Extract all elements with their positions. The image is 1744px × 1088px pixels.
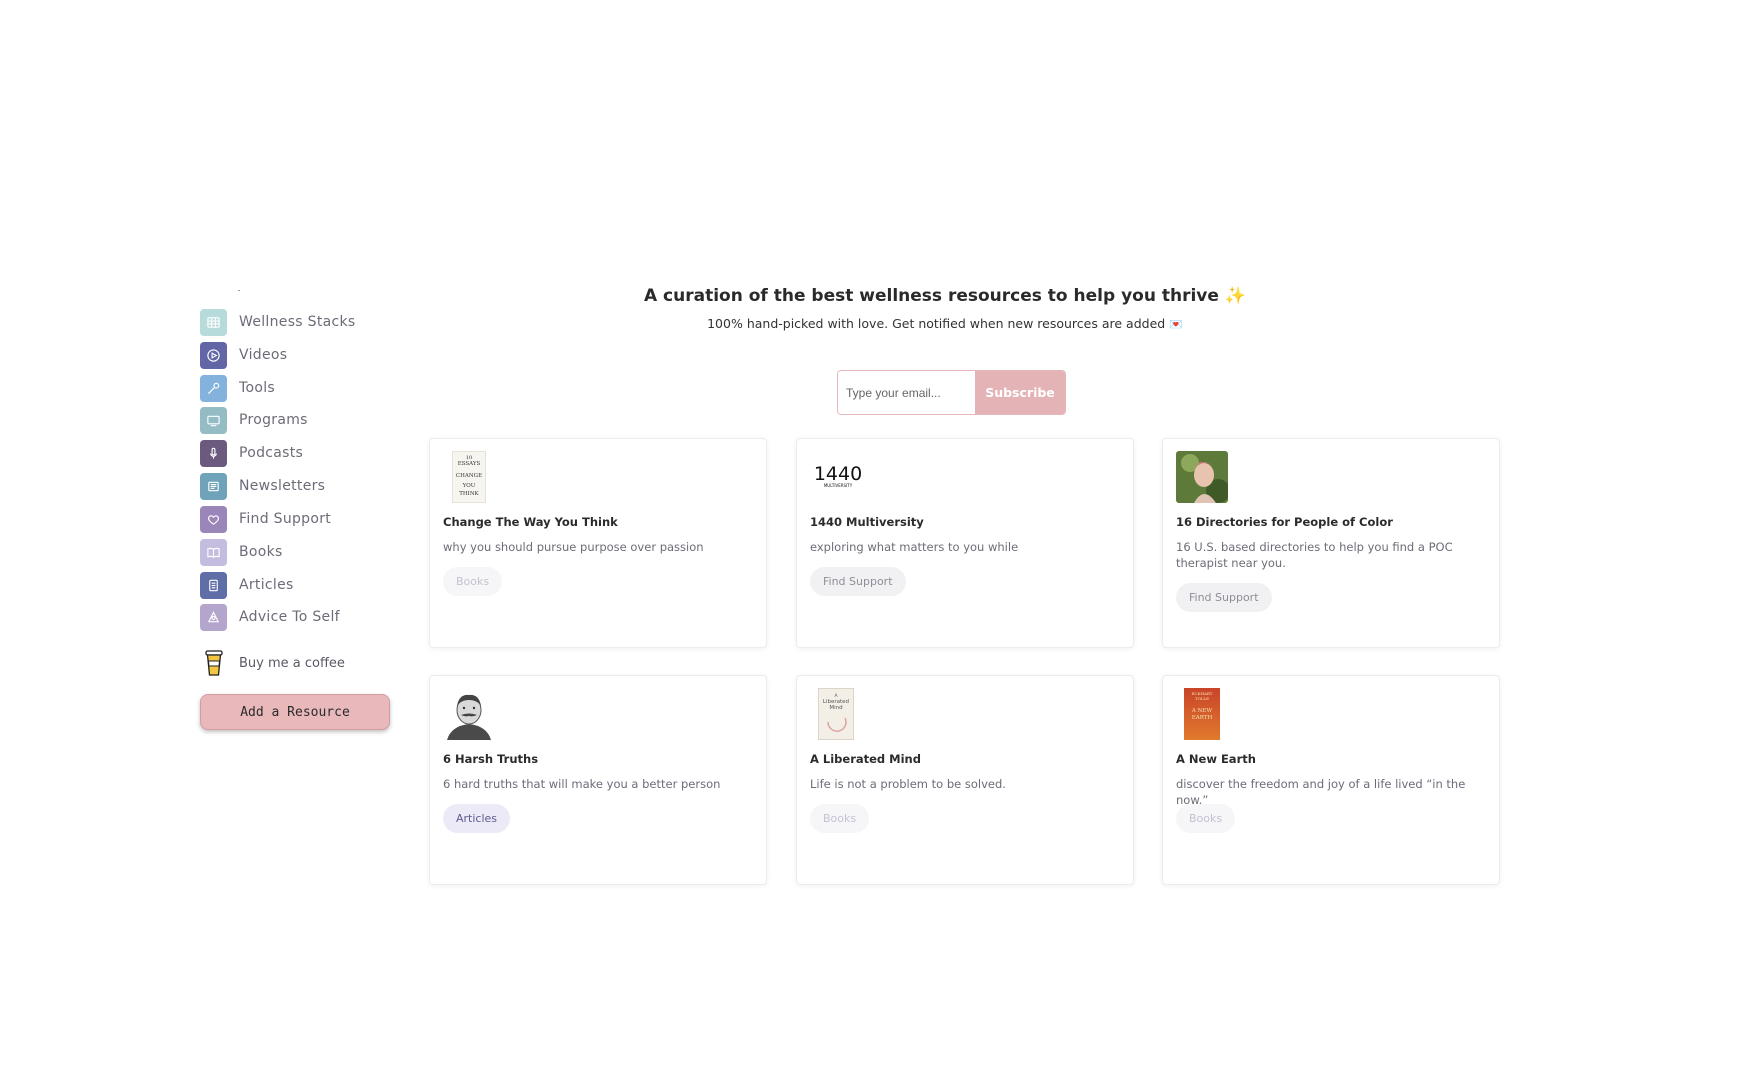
buy-me-a-coffee-link[interactable]: Buy me a coffee <box>200 648 345 678</box>
heart-icon <box>200 505 227 533</box>
cover-text: THINK <box>459 491 479 497</box>
subscribe-button[interactable]: Subscribe <box>975 371 1065 414</box>
cover-text: A NEW <box>1191 708 1213 714</box>
cover-text: Mind <box>829 705 842 711</box>
portrait-thumbnail <box>1176 451 1228 503</box>
add-resource-button[interactable]: Add a Resource <box>200 694 390 730</box>
card-description: why you should pursue purpose over passi… <box>443 540 704 554</box>
advice-icon <box>200 603 227 631</box>
screen-icon <box>200 406 227 434</box>
category-tag[interactable]: Books <box>810 804 870 833</box>
category-tag[interactable]: Find Support <box>810 567 906 596</box>
sidebar-item-books[interactable]: Books <box>200 538 380 566</box>
category-tag[interactable]: Find Support <box>1176 583 1272 612</box>
sidebar-item-label: Books <box>239 544 283 560</box>
resource-card[interactable]: 6 Harsh Truths 6 hard truths that will m… <box>429 675 767 885</box>
resource-card[interactable]: A Liberated Mind A Liberated Mind Life i… <box>796 675 1134 885</box>
microphone-icon <box>200 439 227 467</box>
sidebar-item-label: Newsletters <box>239 478 326 494</box>
resource-card[interactable]: 1440 MULTIVERSITY 1440 Multiversity expl… <box>796 438 1134 648</box>
book-cover-thumbnail: 10 ESSAYS CHANGE YOU THINK <box>443 451 495 503</box>
coffee-cup-icon <box>200 648 227 678</box>
card-description: 16 U.S. based directories to help you fi… <box>1176 540 1453 570</box>
email-field[interactable] <box>838 371 975 414</box>
sidebar-item-advice-to-self[interactable]: Advice To Self <box>200 603 380 631</box>
category-tag[interactable]: Articles <box>443 804 511 833</box>
card-title: 6 Harsh Truths <box>443 752 539 766</box>
cover-text: YOU <box>462 483 476 489</box>
card-description: 6 hard truths that will make you a bette… <box>443 777 721 791</box>
sidebar-item-label: Programs <box>239 412 308 428</box>
book-icon <box>200 538 227 566</box>
resource-card[interactable]: 16 Directories for People of Color 16 U.… <box>1162 438 1500 648</box>
card-description: exploring what matters to you while <box>810 540 1019 554</box>
sidebar-item-tools[interactable]: Tools <box>200 374 380 402</box>
card-title: 16 Directories for People of Color <box>1176 515 1393 529</box>
sidebar-item-label: Find Support <box>239 511 332 527</box>
sidebar-item-videos[interactable]: Videos <box>200 341 380 369</box>
book-cover-thumbnail: A Liberated Mind <box>810 688 862 740</box>
cover-text: ESSAYS <box>458 461 481 467</box>
logo-thumbnail: 1440 MULTIVERSITY <box>810 451 866 503</box>
cover-text: CHANGE <box>456 473 482 479</box>
sidebar-item-newsletters[interactable]: Newsletters <box>200 472 380 500</box>
sidebar-item-label: Advice To Self <box>239 609 340 625</box>
love-letter-icon: 💌 <box>1169 318 1183 331</box>
sidebar-item-label: Podcasts <box>239 445 304 461</box>
newspaper-icon <box>200 472 227 500</box>
sidebar-item-podcasts[interactable]: Podcasts <box>200 439 380 467</box>
wrench-icon <box>200 374 227 402</box>
sidebar-item-label: Articles <box>239 577 294 593</box>
logo-text: 1440 <box>814 463 862 485</box>
category-tag[interactable]: Books <box>1176 804 1236 833</box>
page-title-text: A curation of the best wellness resource… <box>643 286 1219 306</box>
logo-subtext: MULTIVERSITY <box>824 483 853 488</box>
page-subtitle-text: 100% hand-picked with love. Get notified… <box>707 316 1166 331</box>
card-title: A Liberated Mind <box>810 752 921 766</box>
page-subtitle: 100% hand-picked with love. Get notified… <box>0 316 1744 331</box>
sidebar-item-find-support[interactable]: Find Support <box>200 505 380 533</box>
sidebar-item-programs[interactable]: Programs <box>200 406 380 434</box>
sidebar-item-label: Tools <box>239 380 275 396</box>
category-tag[interactable]: Books <box>443 567 503 596</box>
page-title: A curation of the best wellness resource… <box>0 286 1744 306</box>
author-avatar <box>443 688 495 740</box>
sidebar-item-articles[interactable]: Articles <box>200 571 380 599</box>
sidebar-item-label: Videos <box>239 347 288 363</box>
book-cover-thumbnail: ECKHART TOLLE A NEW EARTH <box>1176 688 1228 740</box>
cover-text: TOLLE <box>1195 696 1209 701</box>
article-icon <box>200 571 227 599</box>
subscribe-form: Subscribe <box>837 370 1066 415</box>
resource-card[interactable]: 10 ESSAYS CHANGE YOU THINK Change The Wa… <box>429 438 767 648</box>
play-icon <box>200 341 227 369</box>
coffee-label: Buy me a coffee <box>239 655 345 671</box>
card-title: Change The Way You Think <box>443 515 618 529</box>
card-description: Life is not a problem to be solved. <box>810 777 1006 791</box>
cover-text: EARTH <box>1192 715 1213 721</box>
card-title: A New Earth <box>1176 752 1256 766</box>
card-title: 1440 Multiversity <box>810 515 924 529</box>
resource-card[interactable]: ECKHART TOLLE A NEW EARTH A New Earth di… <box>1162 675 1500 885</box>
sparkle-icon: ✨ <box>1224 286 1246 306</box>
